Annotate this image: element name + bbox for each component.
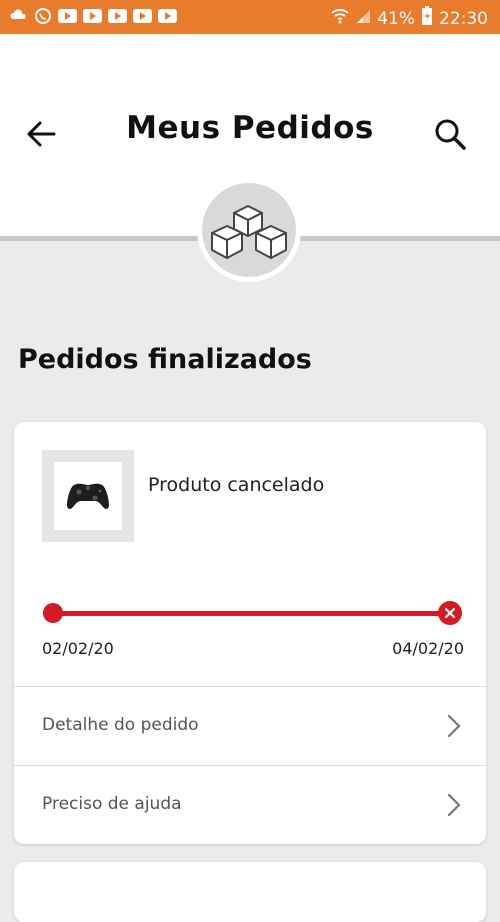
- progress-start-dot: [43, 603, 63, 623]
- boxes-icon: [211, 205, 287, 259]
- cloud-icon: [10, 7, 28, 25]
- help-label: Preciso de ajuda: [42, 794, 182, 814]
- order-card: Produto cancelado 02/02/20 04/02/20 Deta…: [14, 422, 486, 844]
- youtube-icon: [108, 9, 127, 23]
- controller-icon: [67, 483, 109, 509]
- section-title: Pedidos finalizados: [18, 344, 312, 375]
- youtube-icon: [58, 9, 77, 23]
- search-button[interactable]: [432, 116, 468, 152]
- clock: 22:30: [439, 8, 488, 29]
- end-date: 04/02/20: [392, 639, 464, 658]
- search-icon: [435, 119, 466, 150]
- battery-level: 41%: [377, 8, 415, 29]
- status-bar: 41% 22:30: [0, 0, 500, 34]
- chevron-right-icon: [447, 793, 461, 817]
- orders-emblem: [197, 178, 301, 282]
- youtube-icon: [133, 9, 152, 23]
- chevron-right-icon: [447, 714, 461, 738]
- start-date: 02/02/20: [42, 639, 114, 658]
- battery-icon: [421, 6, 433, 31]
- system-status: 41% 22:30: [331, 6, 488, 31]
- cancelled-icon: [438, 601, 462, 625]
- progress-track: [52, 611, 446, 616]
- signal-icon: [355, 8, 371, 29]
- order-details-label: Detalhe do pedido: [42, 715, 199, 735]
- youtube-icon: [158, 9, 177, 23]
- notification-icons: [10, 7, 177, 25]
- order-status: Produto cancelado: [148, 474, 325, 496]
- product-thumbnail: [42, 450, 134, 542]
- youtube-icon: [83, 9, 102, 23]
- wifi-icon: [331, 8, 349, 29]
- order-details-row[interactable]: Detalhe do pedido: [14, 686, 486, 765]
- next-order-card: [14, 862, 486, 922]
- page-title: Meus Pedidos: [126, 110, 374, 146]
- whatsapp-icon: [34, 7, 52, 25]
- help-row[interactable]: Preciso de ajuda: [14, 765, 486, 844]
